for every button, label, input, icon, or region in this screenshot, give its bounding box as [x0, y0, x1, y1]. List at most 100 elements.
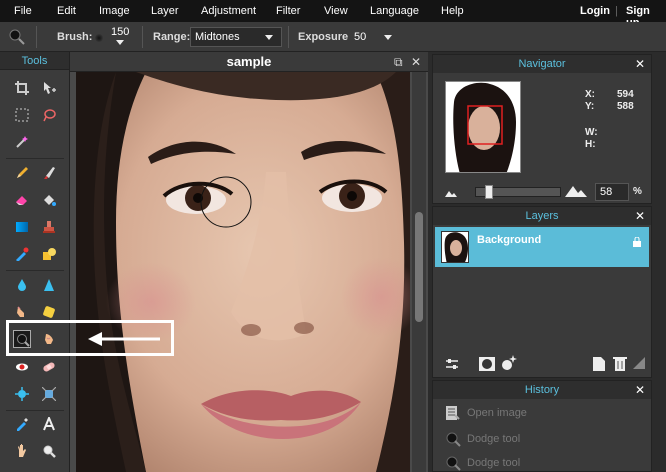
zoom-slider[interactable] — [475, 185, 561, 199]
eraser-tool[interactable] — [13, 191, 31, 209]
menu-image[interactable]: Image — [99, 5, 130, 17]
close-history-icon[interactable]: ✕ — [635, 381, 645, 399]
layer-settings-icon[interactable] — [445, 357, 459, 371]
menu-layer[interactable]: Layer — [151, 5, 179, 17]
x-value: 594 — [617, 89, 634, 100]
navigator-title: Navigator — [518, 58, 566, 70]
magic-wand-tool[interactable] — [13, 133, 31, 151]
history-panel: History ✕ Open image Dodge tool Dodge to… — [432, 380, 652, 472]
history-item-label: Dodge tool — [467, 457, 521, 469]
fill-tool[interactable] — [40, 191, 58, 209]
canvas-image[interactable] — [76, 72, 410, 472]
pinch-icon — [42, 387, 56, 401]
text-a-icon — [43, 417, 55, 431]
brush-tool[interactable] — [40, 164, 58, 182]
image-window: sample ⧉ ✕ — [70, 52, 428, 472]
history-title: History — [524, 384, 560, 396]
y-value: 588 — [617, 101, 634, 112]
bloat-icon — [15, 387, 29, 401]
brush-preview[interactable] — [95, 34, 103, 42]
trash-icon[interactable] — [613, 356, 627, 371]
move-tool[interactable] — [40, 79, 58, 97]
layers-header: Layers ✕ — [433, 207, 651, 225]
lasso-tool[interactable] — [40, 106, 58, 124]
menu-help[interactable]: Help — [441, 5, 464, 17]
restore-window-icon[interactable]: ⧉ — [394, 55, 403, 70]
history-item-label: Dodge tool — [467, 433, 521, 445]
brush-label: Brush: — [57, 31, 93, 43]
type-tool[interactable] — [40, 415, 58, 433]
pinch-tool[interactable] — [40, 385, 58, 403]
lock-icon — [633, 237, 641, 247]
color-replace-tool[interactable] — [13, 245, 31, 263]
brush-caret-icon[interactable] — [116, 40, 124, 45]
exposure-dropdown[interactable]: 50 — [349, 27, 397, 47]
sponge-tool[interactable] — [40, 303, 58, 321]
layer-row[interactable]: Background — [435, 227, 649, 267]
sharpen-tool[interactable] — [40, 276, 58, 294]
photo-editor-app: File Edit Image Layer Adjustment Filter … — [0, 0, 666, 472]
tool-group-divider — [6, 158, 64, 159]
marquee-tool[interactable] — [13, 106, 31, 124]
range-dropdown[interactable]: Midtones — [190, 27, 282, 47]
canvas-vertical-scrollbar[interactable] — [412, 72, 426, 472]
navigator-preview-image — [446, 82, 520, 172]
close-window-icon[interactable]: ✕ — [411, 55, 421, 69]
menu-filter[interactable]: Filter — [276, 5, 300, 17]
collapse-corner-icon[interactable] — [633, 357, 645, 369]
dodge-tool-icon — [9, 29, 25, 45]
divider — [36, 26, 37, 48]
login-link[interactable]: Login — [580, 5, 610, 17]
portrait-photo — [76, 72, 410, 472]
zoom-slider-handle[interactable] — [485, 185, 493, 199]
chevron-down-icon — [265, 35, 273, 40]
smudge-tool[interactable] — [13, 303, 31, 321]
move-icon — [44, 82, 56, 94]
red-eye-icon — [16, 363, 28, 371]
menu-adjustment[interactable]: Adjustment — [201, 5, 256, 17]
crop-tool[interactable] — [13, 79, 31, 97]
pencil-tool[interactable] — [13, 164, 31, 182]
new-layer-icon[interactable] — [593, 357, 605, 371]
layer-thumbnail-image — [442, 232, 468, 262]
brush-size[interactable]: 150 — [111, 26, 129, 38]
gradient-tool[interactable] — [13, 218, 31, 236]
chevron-down-icon — [384, 35, 392, 40]
blur-tool[interactable] — [13, 276, 31, 294]
menu-language[interactable]: Language — [370, 5, 419, 17]
menu-view[interactable]: View — [324, 5, 348, 17]
lasso-icon — [43, 109, 56, 122]
layer-mask-icon[interactable] — [479, 357, 495, 371]
crop-icon — [15, 81, 29, 95]
divider — [288, 26, 289, 48]
red-eye-tool[interactable] — [13, 358, 31, 376]
close-navigator-icon[interactable]: ✕ — [635, 55, 645, 73]
menu-file[interactable]: File — [14, 5, 32, 17]
hand-tool[interactable] — [13, 442, 31, 460]
bloat-tool[interactable] — [13, 385, 31, 403]
zoom-out-mountain-icon[interactable] — [445, 189, 457, 197]
zoom-in-mountain-icon[interactable] — [565, 183, 587, 197]
zoom-input[interactable]: 58 — [595, 183, 629, 201]
close-layers-icon[interactable]: ✕ — [635, 207, 645, 225]
sharpen-triangle-icon — [44, 279, 54, 291]
range-value: Midtones — [195, 31, 240, 43]
sponge-icon — [43, 306, 55, 318]
exposure-label: Exposure: — [298, 31, 352, 43]
clone-stamp-tool[interactable] — [40, 218, 58, 236]
navigator-panel: Navigator ✕ X: 594 Y: 588 W: H: 58 % — [432, 54, 652, 204]
divider — [142, 26, 143, 48]
scrollbar-thumb[interactable] — [415, 212, 423, 322]
spot-heal-tool[interactable] — [40, 358, 58, 376]
tools-panel: Tools — [0, 52, 70, 472]
menu-edit[interactable]: Edit — [57, 5, 76, 17]
gradient-icon — [16, 222, 28, 232]
shape-tool[interactable] — [40, 245, 58, 263]
color-replace-icon — [16, 247, 29, 261]
history-header: History ✕ — [433, 381, 651, 399]
layer-effects-icon[interactable] — [501, 355, 517, 371]
color-picker-tool[interactable] — [13, 415, 31, 433]
zoom-tool[interactable] — [40, 442, 58, 460]
image-window-title: sample — [70, 52, 428, 72]
navigator-thumbnail[interactable] — [445, 81, 521, 173]
